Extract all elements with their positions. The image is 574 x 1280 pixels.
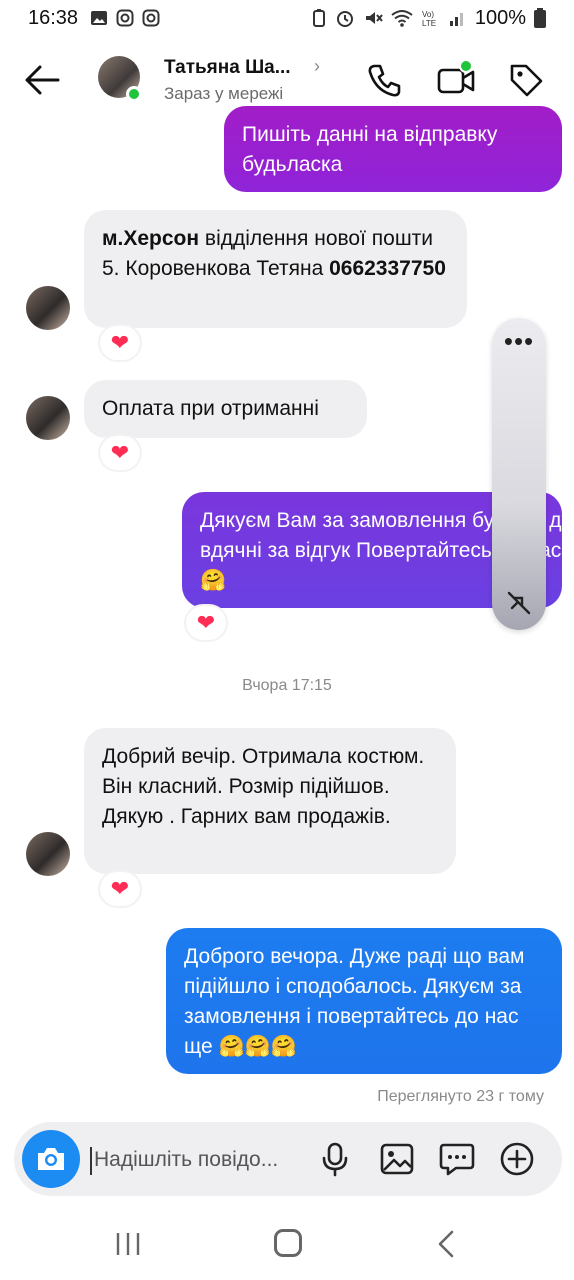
- svg-text:Vo): Vo): [422, 10, 434, 19]
- heart-reaction[interactable]: ❤: [100, 436, 140, 470]
- heart-icon: ❤: [110, 440, 130, 465]
- alarm-icon: [336, 11, 353, 27]
- recent-apps-icon[interactable]: [114, 1231, 142, 1257]
- message-text: Добрий вечір. Отримала костюм. Він класн…: [102, 745, 425, 828]
- pip-off-icon[interactable]: [504, 588, 534, 618]
- heart-reaction[interactable]: ❤: [100, 326, 140, 360]
- status-bar: 16:38 Vo) LTE 100%: [0, 0, 574, 36]
- tag-icon[interactable]: [506, 60, 546, 100]
- outgoing-message[interactable]: Пишіть данні на відправку будьласка: [224, 106, 562, 192]
- instagram-notification-icon: [116, 9, 134, 27]
- status-time: 16:38: [28, 6, 79, 29]
- sender-avatar[interactable]: [26, 396, 70, 440]
- signal-icon: [449, 13, 463, 26]
- incoming-message[interactable]: Оплата при отриманні: [84, 380, 367, 438]
- microphone-icon[interactable]: [316, 1140, 354, 1178]
- mute-icon: [365, 12, 383, 24]
- gallery-notification-icon: [91, 11, 108, 25]
- camera-icon: [38, 1148, 64, 1170]
- sticker-icon[interactable]: [438, 1140, 476, 1178]
- online-indicator: [126, 86, 142, 102]
- message-input[interactable]: Надішліть повідо...: [90, 1147, 278, 1175]
- chat-timestamp: Вчора 17:15: [242, 677, 332, 694]
- heart-icon: ❤: [110, 330, 130, 355]
- outgoing-message[interactable]: Доброго вечора. Дуже раді що вам підійшл…: [166, 928, 562, 1074]
- battery-percent: 100%: [474, 6, 526, 29]
- home-button[interactable]: [274, 1229, 302, 1257]
- message-text: Доброго вечора. Дуже раді що вам підійшл…: [184, 945, 525, 1058]
- nav-back-icon[interactable]: [436, 1229, 456, 1259]
- seen-status: Переглянуто 23 г тому: [377, 1088, 544, 1105]
- message-city: м.Херсон: [102, 227, 200, 250]
- phone-icon[interactable]: [364, 60, 404, 100]
- contact-status: Зараз у мережі: [164, 84, 284, 103]
- heart-icon: ❤: [196, 610, 216, 635]
- svg-text:LTE: LTE: [422, 19, 436, 28]
- contact-name[interactable]: Татьяна Ша...: [164, 57, 291, 79]
- system-navigation-bar: [0, 1205, 574, 1280]
- message-phone: 0662337750: [329, 257, 446, 280]
- battery-icon: [534, 8, 546, 28]
- message-text: Оплата при отриманні: [102, 397, 319, 420]
- instagram-notification-icon-2: [142, 9, 160, 27]
- sender-avatar[interactable]: [26, 832, 70, 876]
- plus-icon[interactable]: [498, 1140, 536, 1178]
- floating-call-panel[interactable]: •••: [492, 318, 546, 630]
- heart-reaction[interactable]: ❤: [186, 606, 226, 640]
- message-composer: Надішліть повідо...: [14, 1122, 562, 1196]
- heart-reaction[interactable]: ❤: [100, 872, 140, 906]
- more-options-icon[interactable]: •••: [492, 328, 546, 354]
- incoming-message[interactable]: м.Херсон відділення нової пошти 5. Коров…: [84, 210, 467, 328]
- back-arrow-icon[interactable]: [22, 62, 62, 98]
- volte-icon: Vo)LTE: [422, 10, 436, 28]
- heart-icon: ❤: [110, 876, 130, 901]
- camera-button[interactable]: [22, 1130, 80, 1188]
- battery-saver-icon: [312, 9, 325, 27]
- video-call-icon[interactable]: [436, 60, 476, 100]
- sender-avatar[interactable]: [26, 286, 70, 330]
- chevron-right-icon[interactable]: ›: [314, 56, 320, 77]
- incoming-message[interactable]: Добрий вечір. Отримала костюм. Він класн…: [84, 728, 456, 874]
- wifi-icon: [391, 10, 413, 27]
- gallery-icon[interactable]: [378, 1140, 416, 1178]
- message-text: Пишіть данні на відправку будьласка: [242, 123, 498, 176]
